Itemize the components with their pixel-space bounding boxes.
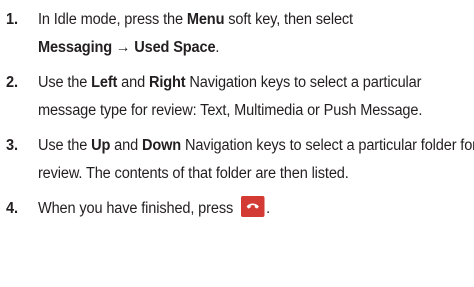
step-4: 4. When you have finished, press . [6,195,474,223]
step-text: When you have finished, press [37,200,238,217]
step-text: Use the [37,74,92,91]
step-3: 3. Use the Up and Down Navigation keys to… [6,132,474,187]
step-text: and [110,137,142,154]
step-text: Use the [37,137,92,154]
step-text: and [117,74,149,91]
step-number: 3. [6,137,18,154]
step-number: 2. [6,74,18,91]
step-1: 1. In Idle mode, press the Menu soft key,… [6,6,474,61]
step-text: . [266,200,271,217]
step-number: 1. [6,11,18,28]
right-key-label: Right [148,74,186,91]
instruction-steps: 1. In Idle mode, press the Menu soft key,… [6,6,474,223]
down-key-label: Down [141,137,182,154]
step-text: soft key, then select [224,11,353,28]
step-2: 2. Use the Left and Right Navigation keys… [6,69,474,124]
end-call-key-icon [240,196,265,217]
menu-key-label: Menu [186,11,225,28]
step-text: . [215,38,220,56]
menu-path: Messaging → Used Space [37,38,216,56]
step-text: In Idle mode, press the [37,11,187,28]
step-number: 4. [6,200,18,217]
up-key-label: Up [91,137,111,154]
left-key-label: Left [91,74,118,91]
